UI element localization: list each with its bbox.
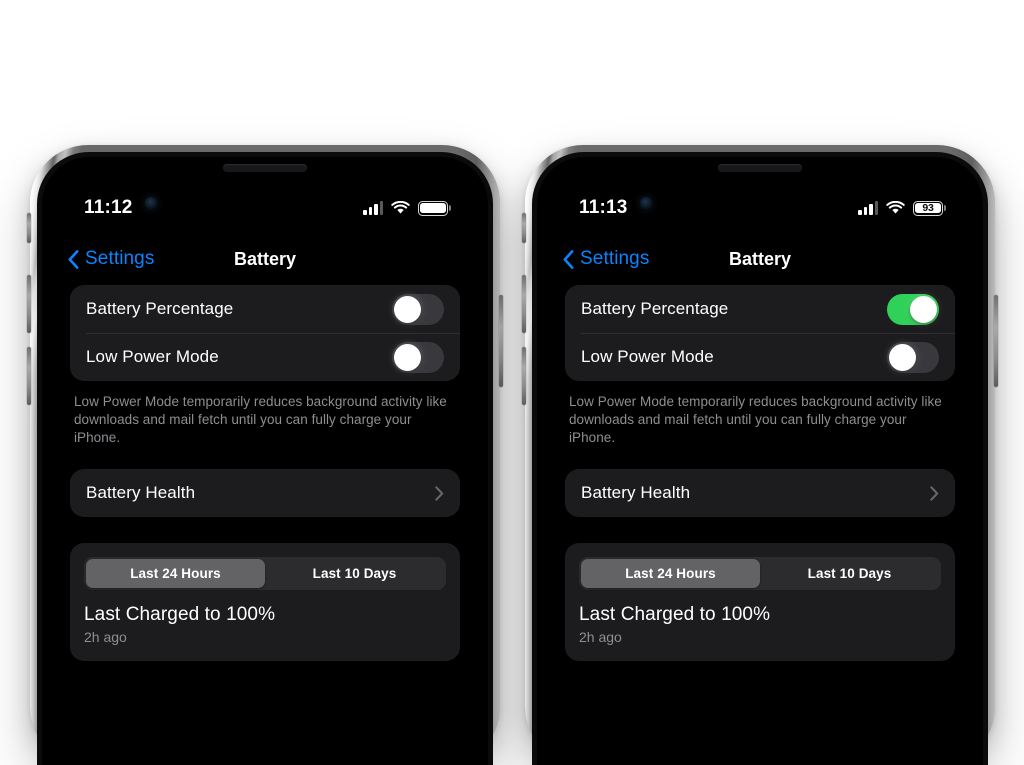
settings-content-left: Battery Percentage Low Power Mode Low Po…	[42, 285, 488, 765]
last-charged-title-right: Last Charged to 100%	[579, 604, 771, 625]
toggle-knob	[394, 295, 421, 323]
power-button-right[interactable]	[994, 295, 998, 387]
volume-up-button-right[interactable]	[522, 275, 526, 333]
row-battery-health-left[interactable]: Battery Health	[70, 469, 460, 517]
status-bar-icons-right: 93	[858, 200, 943, 216]
segment-last-24-hours-left[interactable]: Last 24 Hours	[86, 559, 265, 588]
mute-switch-button-left[interactable]	[27, 213, 31, 243]
cellular-bars-icon-right	[858, 200, 878, 215]
screenshot-stage: 11:12 Settings Battery Battery Percentag…	[0, 0, 1024, 765]
row-label-low-power-mode-left: Low Power Mode	[86, 347, 219, 366]
chevron-left-icon-right	[563, 249, 574, 269]
volume-up-button-left[interactable]	[27, 275, 31, 333]
chevron-right-icon-right	[930, 485, 939, 501]
battery-icon-left	[418, 200, 448, 216]
chevron-left-icon-left	[68, 249, 79, 269]
row-label-battery-health-left: Battery Health	[86, 483, 196, 502]
status-bar-time-right: 11:13	[579, 197, 628, 218]
battery-toggles-card-right: Battery Percentage Low Power Mode	[565, 285, 955, 381]
back-button-left[interactable]: Settings	[68, 248, 154, 270]
phone-screen-right: 11:13 93 Settings Battery Battery Percen…	[537, 157, 983, 765]
row-label-battery-health-right: Battery Health	[581, 483, 691, 502]
navigation-bar-left: Settings Battery	[42, 239, 488, 279]
cellular-bars-icon-left	[363, 200, 383, 215]
toggle-knob	[394, 343, 421, 371]
row-battery-health-right[interactable]: Battery Health	[565, 469, 955, 517]
ios-settings-battery-screen-right: 11:13 93 Settings Battery Battery Percen…	[537, 157, 983, 765]
row-label-battery-percentage-right: Battery Percentage	[581, 299, 729, 318]
segment-last-10-days-left[interactable]: Last 10 Days	[265, 559, 444, 588]
status-bar-icons-left	[363, 200, 448, 216]
volume-down-button-left[interactable]	[27, 347, 31, 405]
status-bar-left: 11:12	[42, 195, 488, 221]
battery-health-card-right: Battery Health	[565, 469, 955, 517]
row-low-power-mode-left[interactable]: Low Power Mode	[70, 333, 460, 381]
toggle-battery-percentage-right[interactable]	[887, 293, 939, 325]
mute-switch-button-right[interactable]	[522, 213, 526, 243]
battery-fill-left	[420, 202, 446, 214]
row-low-power-mode-right[interactable]: Low Power Mode	[565, 333, 955, 381]
battery-usage-card-right: Last 24 Hours Last 10 Days Last Charged …	[565, 543, 955, 661]
back-button-label-right: Settings	[580, 248, 650, 269]
ios-settings-battery-screen-left: 11:12 Settings Battery Battery Percentag…	[42, 157, 488, 765]
battery-toggles-card-left: Battery Percentage Low Power Mode	[70, 285, 460, 381]
low-power-mode-description-right: Low Power Mode temporarily reduces backg…	[569, 394, 942, 445]
low-power-mode-description-left: Low Power Mode temporarily reduces backg…	[74, 394, 447, 445]
status-bar-right: 11:13 93	[537, 195, 983, 221]
row-label-battery-percentage-left: Battery Percentage	[86, 299, 234, 318]
navigation-bar-right: Settings Battery	[537, 239, 983, 279]
toggle-low-power-mode-right[interactable]	[887, 341, 939, 373]
volume-down-button-right[interactable]	[522, 347, 526, 405]
phone-mockup-left: 11:12 Settings Battery Battery Percentag…	[27, 145, 503, 765]
toggle-knob	[910, 295, 937, 323]
phone-mockup-right: 11:13 93 Settings Battery Battery Percen…	[522, 145, 998, 765]
wifi-icon-right	[886, 201, 905, 214]
toggle-low-power-mode-left[interactable]	[392, 341, 444, 373]
battery-usage-card-left: Last 24 Hours Last 10 Days Last Charged …	[70, 543, 460, 661]
status-bar-time-left: 11:12	[84, 197, 133, 218]
last-charged-title-left: Last Charged to 100%	[84, 604, 276, 625]
battery-health-card-left: Battery Health	[70, 469, 460, 517]
row-label-low-power-mode-right: Low Power Mode	[581, 347, 714, 366]
settings-content-right: Battery Percentage Low Power Mode Low Po…	[537, 285, 983, 765]
battery-percentage-text-right: 93	[922, 201, 934, 214]
phone-screen-left: 11:12 Settings Battery Battery Percentag…	[42, 157, 488, 765]
last-charged-subtitle-left: 2h ago	[84, 629, 127, 645]
wifi-icon-left	[391, 201, 410, 214]
chevron-right-icon-left	[435, 485, 444, 501]
usage-range-segmented-control-left[interactable]: Last 24 Hours Last 10 Days	[84, 557, 446, 590]
battery-icon-right: 93	[913, 200, 943, 216]
segment-last-24-hours-right[interactable]: Last 24 Hours	[581, 559, 760, 588]
back-button-right[interactable]: Settings	[563, 248, 649, 270]
row-battery-percentage-left[interactable]: Battery Percentage	[70, 285, 460, 333]
phone-bezel-right: 11:13 93 Settings Battery Battery Percen…	[532, 152, 988, 765]
row-battery-percentage-right[interactable]: Battery Percentage	[565, 285, 955, 333]
back-button-label-left: Settings	[85, 248, 155, 269]
last-charged-subtitle-right: 2h ago	[579, 629, 622, 645]
usage-range-segmented-control-right[interactable]: Last 24 Hours Last 10 Days	[579, 557, 941, 590]
phone-bezel-left: 11:12 Settings Battery Battery Percentag…	[37, 152, 493, 765]
power-button-left[interactable]	[499, 295, 503, 387]
toggle-battery-percentage-left[interactable]	[392, 293, 444, 325]
segment-last-10-days-right[interactable]: Last 10 Days	[760, 559, 939, 588]
toggle-knob	[889, 343, 916, 371]
